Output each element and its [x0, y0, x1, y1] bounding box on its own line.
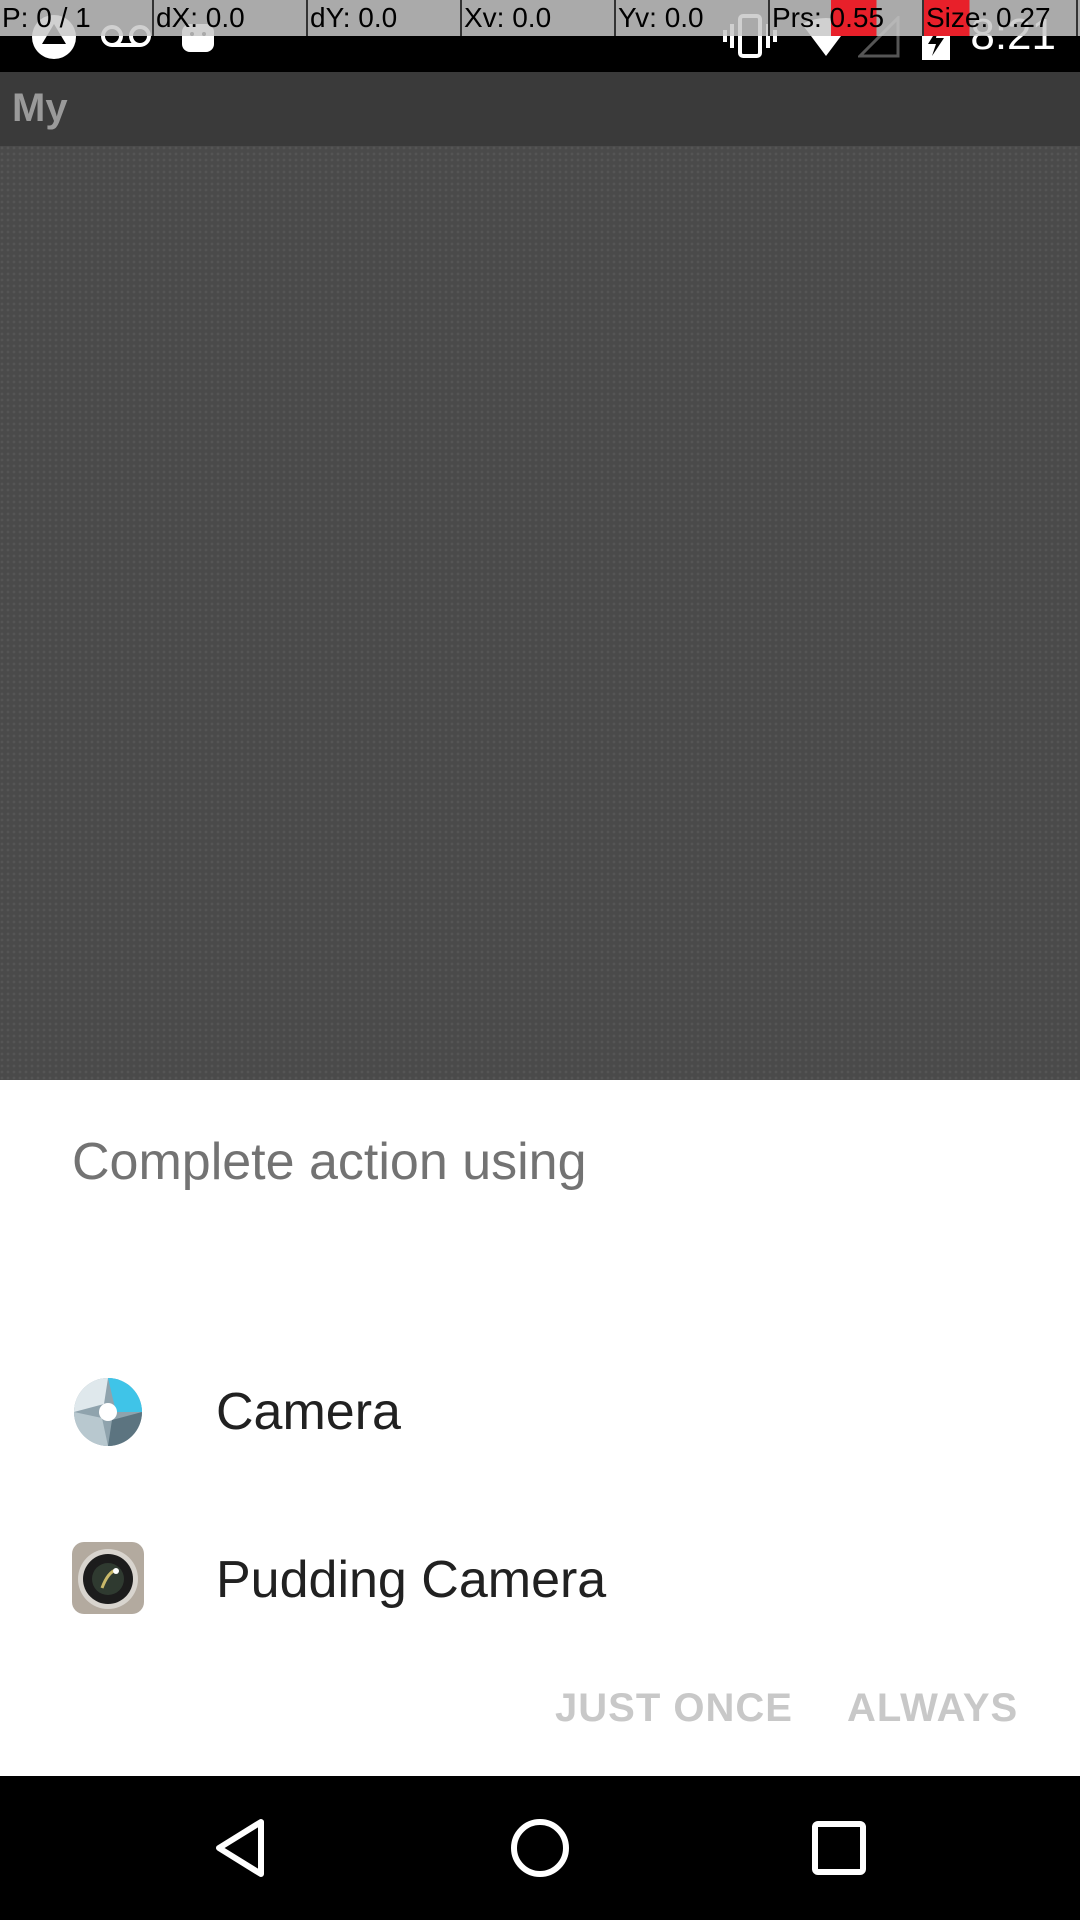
chooser-item-label: Camera [216, 1383, 401, 1441]
dimmed-background[interactable] [0, 146, 1080, 1080]
just-once-button[interactable]: JUST ONCE [555, 1686, 793, 1731]
chooser-item-pudding-camera[interactable]: Pudding Camera [0, 1496, 1080, 1664]
debug-dy: dY: 0.0 [308, 0, 462, 36]
back-icon[interactable] [205, 1812, 277, 1884]
chooser-item-label: Pudding Camera [216, 1551, 607, 1609]
recents-icon[interactable] [803, 1812, 875, 1884]
app-title: My [12, 86, 68, 130]
camera-aperture-icon [74, 1378, 142, 1446]
app-chooser-sheet: Complete action using Camera Pudding Cam… [0, 1080, 1080, 1776]
app-bar: My [0, 72, 1080, 148]
chooser-item-camera[interactable]: Camera [0, 1328, 1080, 1496]
debug-dx: dX: 0.0 [154, 0, 308, 36]
always-button[interactable]: ALWAYS [847, 1686, 1018, 1731]
pointer-debug-overlay: P: 0 / 1 dX: 0.0 dY: 0.0 Xv: 0.0 Yv: 0.0… [0, 0, 1080, 36]
navigation-bar [0, 1776, 1080, 1920]
debug-pressure: Prs: 0.55 [770, 0, 924, 36]
chooser-actions: JUST ONCE ALWAYS [0, 1656, 1080, 1776]
debug-size: Size: 0.27 [924, 0, 1078, 36]
debug-pointer-count: P: 0 / 1 [0, 0, 154, 36]
camera-lens-icon [72, 1542, 144, 1614]
debug-xv: Xv: 0.0 [462, 0, 616, 36]
home-icon[interactable] [504, 1812, 576, 1884]
debug-yv: Yv: 0.0 [616, 0, 770, 36]
chooser-title: Complete action using [72, 1133, 587, 1191]
